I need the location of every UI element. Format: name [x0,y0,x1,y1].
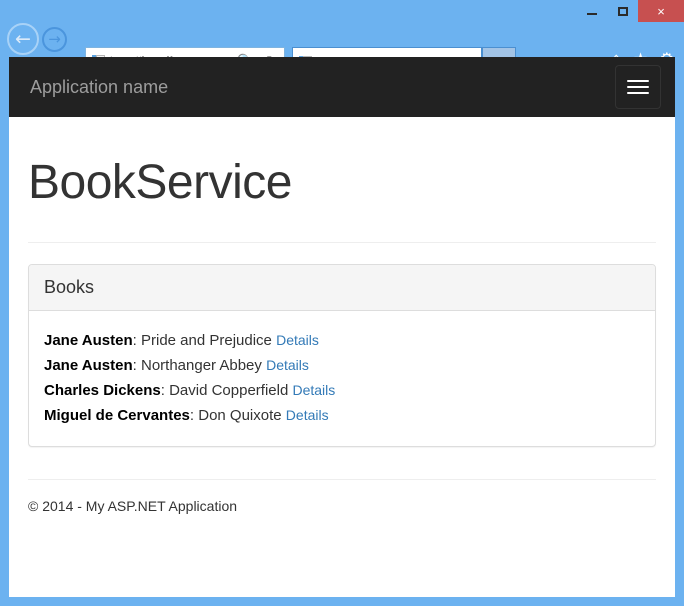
site-navbar: Application name [9,57,675,117]
close-icon: × [657,3,665,19]
window-controls: × [576,0,684,22]
book-details-link[interactable]: Details [266,357,309,373]
page-container: BookService Books Jane Austen: Pride and… [9,156,675,514]
hamburger-icon-bar [627,80,649,82]
title-divider [28,241,656,243]
forward-arrow-icon: → [48,30,61,48]
title-bar: × [0,0,684,22]
book-author: Miguel de Cervantes [44,406,190,424]
books-panel-heading: Books [29,264,655,311]
book-details-link[interactable]: Details [286,407,329,423]
book-separator: : [160,381,170,399]
book-author: Jane Austen [44,331,133,349]
book-list-item: Jane Austen: Northanger Abbey Details [44,353,640,378]
hamburger-icon-bar [627,92,649,94]
books-panel: Books Jane Austen: Pride and Prejudice D… [28,263,656,447]
page-title: BookService [28,156,292,209]
navbar-toggle-button[interactable] [615,65,661,109]
hamburger-icon-bar [627,86,649,88]
book-list-item: Charles Dickens: David Copperfield Detai… [44,378,640,403]
book-separator: : [189,406,199,424]
footer-divider [28,478,656,480]
book-separator: : [132,331,141,349]
browser-toolbar: ← → http://localhost:50524/h 🔍 ▾ ↻ Home … [0,22,684,77]
book-details-link[interactable]: Details [292,382,335,398]
book-list-item: Jane Austen: Pride and Prejudice Details [44,328,640,353]
forward-button[interactable]: → [42,27,67,52]
maximize-button[interactable] [607,0,638,22]
book-author: Jane Austen [44,356,133,374]
book-title: Don Quixote [198,406,282,424]
book-list-item: Miguel de Cervantes: Don Quixote Details [44,403,640,428]
minimize-button[interactable] [576,0,607,22]
book-title: Northanger Abbey [140,356,262,374]
footer-copyright: © 2014 - My ASP.NET Application [28,497,238,514]
navbar-brand-link[interactable]: Application name [30,57,168,117]
back-arrow-icon: ← [15,27,31,50]
book-title: Pride and Prejudice [140,331,272,349]
close-button[interactable]: × [638,0,684,22]
book-details-link[interactable]: Details [276,332,319,348]
minimize-icon [586,13,597,15]
maximize-icon [617,6,628,16]
books-panel-title: Books [44,276,95,297]
book-author: Charles Dickens [44,381,161,399]
book-title: David Copperfield [169,381,289,399]
books-panel-body: Jane Austen: Pride and Prejudice Details… [29,311,655,446]
book-separator: : [132,356,141,374]
back-button[interactable]: ← [7,23,39,55]
browser-window: × ← → http://localhost:50524/h 🔍 ▾ ↻ Hom… [0,0,684,606]
page-viewport: Application name BookService Books Jane … [9,57,675,597]
